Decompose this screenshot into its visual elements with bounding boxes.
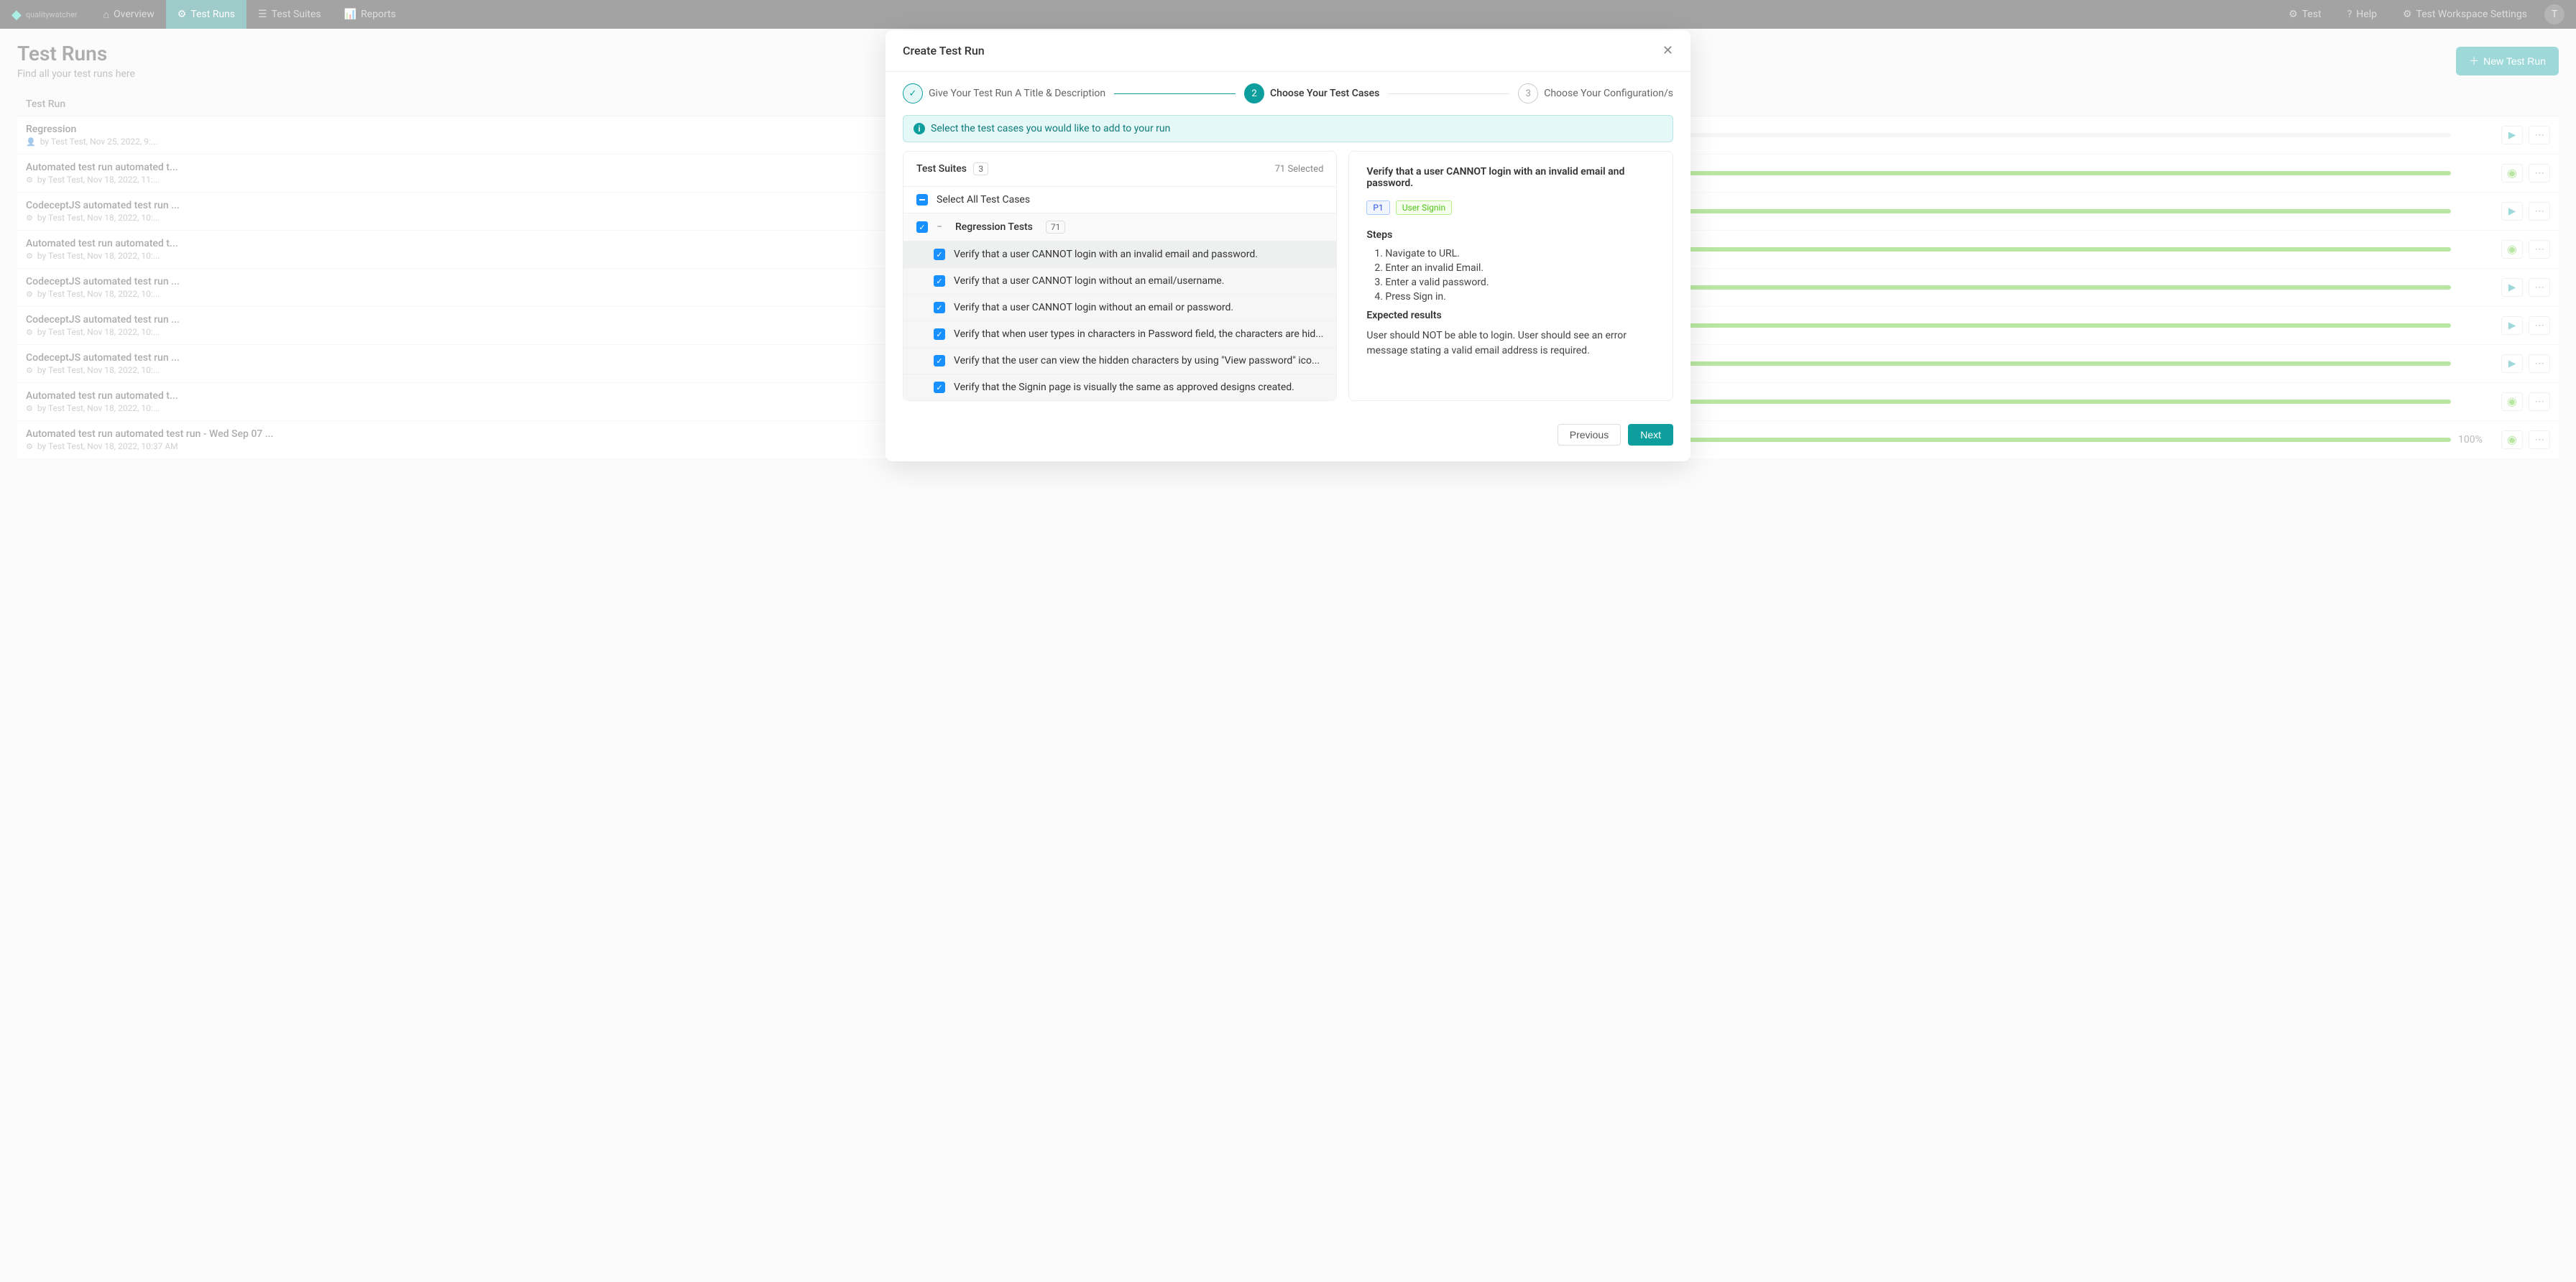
test-case-row[interactable]: Verify that the user can view the hidden… — [903, 347, 1336, 374]
test-case-row[interactable]: Verify that a user CANNOT login without … — [903, 294, 1336, 320]
test-case-row[interactable]: Verify that a user CANNOT login with an … — [903, 241, 1336, 267]
previous-button[interactable]: Previous — [1558, 424, 1621, 446]
priority-tag: P1 — [1366, 200, 1389, 215]
wizard-step-2[interactable]: 2 Choose Your Test Cases — [1244, 83, 1379, 103]
step-label: Choose Your Test Cases — [1270, 88, 1379, 99]
case-title: Verify that when user types in character… — [954, 328, 1323, 340]
suite-checkbox[interactable] — [916, 221, 928, 233]
category-tag: User Signin — [1396, 200, 1452, 215]
case-title: Verify that a user CANNOT login with an … — [954, 249, 1258, 260]
select-all-row[interactable]: Select All Test Cases — [903, 186, 1336, 213]
select-all-label: Select All Test Cases — [937, 194, 1030, 206]
expected-text: User should NOT be able to login. User s… — [1366, 328, 1655, 359]
selected-count: 71 Selected — [1275, 164, 1324, 175]
suites-title: Test Suites — [916, 163, 967, 175]
step-item: Enter an invalid Email. — [1385, 262, 1655, 274]
test-case-row[interactable]: Verify that when user types in character… — [903, 320, 1336, 347]
wizard-step-3[interactable]: 3 Choose Your Configuration/s — [1518, 83, 1673, 103]
suite-count-badge: 71 — [1046, 221, 1066, 234]
collapse-icon[interactable]: − — [937, 221, 947, 233]
wizard-step-1[interactable]: ✓ Give Your Test Run A Title & Descriptio… — [903, 83, 1105, 103]
test-cases-panel: Test Suites 3 71 Selected Select All Tes… — [903, 151, 1337, 401]
step-connector — [1114, 93, 1236, 94]
case-checkbox[interactable] — [934, 249, 945, 260]
close-icon: ✕ — [1662, 43, 1673, 57]
case-checkbox[interactable] — [934, 355, 945, 366]
test-case-row[interactable]: Verify that a user CANNOT login without … — [903, 267, 1336, 294]
case-checkbox[interactable] — [934, 302, 945, 313]
step-label: Give Your Test Run A Title & Description — [929, 88, 1105, 99]
test-case-detail-panel: Verify that a user CANNOT login with an … — [1348, 151, 1673, 401]
step-circle: 3 — [1518, 83, 1538, 103]
select-all-checkbox[interactable] — [916, 194, 928, 206]
case-title: Verify that the Signin page is visually … — [954, 382, 1294, 393]
step-item: Enter a valid password. — [1385, 277, 1655, 288]
case-title: Verify that a user CANNOT login without … — [954, 275, 1224, 287]
case-checkbox[interactable] — [934, 382, 945, 393]
step-label: Choose Your Configuration/s — [1544, 88, 1673, 99]
close-button[interactable]: ✕ — [1662, 43, 1673, 58]
suites-count-badge: 3 — [973, 162, 988, 175]
suite-row[interactable]: − Regression Tests 71 — [903, 213, 1336, 241]
step-circle: 2 — [1244, 83, 1264, 103]
steps-heading: Steps — [1366, 229, 1655, 241]
case-title: Verify that a user CANNOT login without … — [954, 302, 1233, 313]
suite-name: Regression Tests — [955, 221, 1033, 233]
step-item: Press Sign in. — [1385, 291, 1655, 303]
modal-title: Create Test Run — [903, 44, 985, 57]
test-case-row[interactable]: Verify that the Signin page is visually … — [903, 374, 1336, 400]
case-checkbox[interactable] — [934, 328, 945, 340]
step-connector — [1388, 93, 1509, 94]
case-checkbox[interactable] — [934, 275, 945, 287]
next-button[interactable]: Next — [1628, 424, 1673, 446]
case-title: Verify that the user can view the hidden… — [954, 355, 1320, 366]
detail-title: Verify that a user CANNOT login with an … — [1366, 166, 1655, 189]
modal-overlay: Create Test Run ✕ ✓ Give Your Test Run A … — [0, 0, 2576, 1282]
info-banner: i Select the test cases you would like t… — [903, 115, 1673, 142]
expected-heading: Expected results — [1366, 310, 1655, 321]
info-icon: i — [914, 123, 925, 134]
create-test-run-modal: Create Test Run ✕ ✓ Give Your Test Run A … — [886, 30, 1690, 461]
step-item: Navigate to URL. — [1385, 248, 1655, 259]
step-circle: ✓ — [903, 83, 923, 103]
